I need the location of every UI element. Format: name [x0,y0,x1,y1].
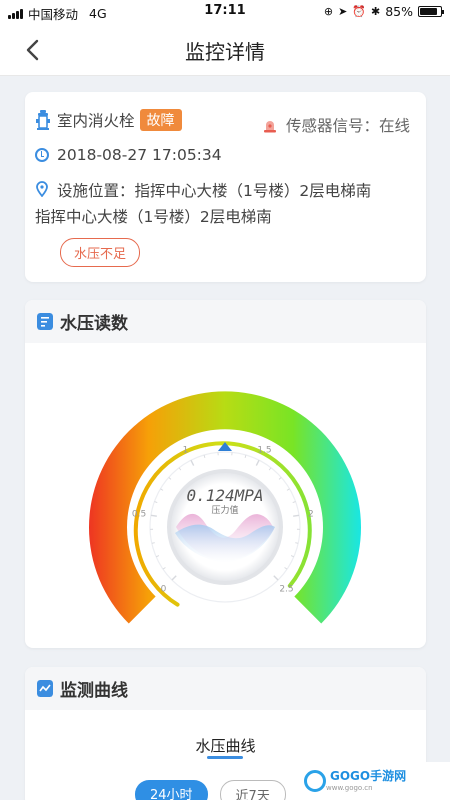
gauge-tick [244,454,247,458]
line-chart-icon [37,680,53,697]
gauge-tick [203,454,206,458]
alarm-light-icon [263,121,276,133]
gauge-tick [293,514,300,517]
scale-label-1-5: 1.5 [257,446,271,456]
tab-7-days[interactable]: 近7天 [219,780,286,800]
gauge-tick [295,542,299,544]
clock-icon [35,148,49,162]
scale-label-0-5: 0.5 [132,509,146,519]
tab-24-hours[interactable]: 24小时 [135,780,208,800]
gauge-tick [168,477,172,480]
bluetooth-icon: ✱ [370,5,381,18]
rotation-lock-icon: ⊕ [323,5,334,18]
pressure-card: 水压读数 0 0.5 1 1.5 2 2.5 0.124MPA 压力值 [25,300,426,648]
scale-label-2-5: 2.5 [279,585,293,595]
gauge-tick [292,501,296,504]
watermark-logo: GOGO手游网 www.gogo.cn [296,762,450,800]
gauge-tick [278,477,282,480]
sensor-signal-text: 传感器信号：在线 [285,117,410,135]
status-right: ⊕ ➤ ⏰ ✱ 85% [323,4,444,19]
scale-label-2: 2 [308,509,314,519]
fire-hydrant-icon [36,110,50,130]
gauge-tick [155,555,160,558]
gauge-tick [190,459,195,466]
alarm-icon: ⏰ [352,5,366,18]
gauge-tick [154,501,158,504]
watermark-title: GOGO手游网 [330,769,407,784]
curve-card-header: 监测曲线 [25,667,426,710]
alarm-tag: 水压不足 [60,238,141,267]
location-row: 设施位置：指挥中心大楼（1号楼）2层电梯南 指挥中心大楼（1号楼）2层电梯南 [35,178,371,230]
subtitle-underline [207,756,243,759]
scale-label-1: 1 [183,446,189,456]
sensor-signal: 传感器信号：在线 [262,114,410,136]
battery-icon [418,6,444,17]
location-line-2: 指挥中心大楼（1号楼）2层电梯南 [35,208,272,226]
location-text: 设施位置：指挥中心大楼（1号楼）2层电梯南 指挥中心大楼（1号楼）2层电梯南 [35,178,371,230]
watermark-text: GOGO手游网 www.gogo.cn [326,769,407,792]
gauge-tick [150,514,157,517]
document-icon [37,313,53,330]
battery-percent: 85% [385,4,413,19]
curve-subtitle: 水压曲线 [195,737,256,755]
pressure-card-header: 水压读数 [25,300,426,343]
gauge-tick [162,567,166,570]
timestamp-row: 2018-08-27 17:05:34 [35,146,222,164]
gauge-tick [286,488,290,491]
pressure-label: 压力值 [211,504,238,516]
pressure-section-title: 水压读数 [60,314,128,334]
pressure-value: 0.124MPA [186,486,263,505]
page-title: 监控详情 [185,40,265,64]
gauge-tick [273,575,279,581]
watermark-sub: www.gogo.cn [326,783,373,792]
timestamp-text: 2018-08-27 17:05:34 [57,146,222,164]
curve-section-title: 监测曲线 [60,681,128,701]
device-info-card: 室内消火栓 故障 传感器信号：在线 2018-08-27 17:05:34 设施… [25,92,426,282]
location-arrow-icon: ➤ [338,5,348,18]
gauge-tick [151,542,155,544]
gauge-tick [171,575,177,581]
nav-bar: 监控详情 [0,24,450,76]
gauge-tick [290,555,295,558]
pressure-gauge: 0 0.5 1 1.5 2 2.5 0.124MPA 压力值 [89,391,361,624]
gauge-tick [284,567,288,570]
scale-label-0: 0 [161,585,167,595]
gauge-tick [160,488,164,491]
watermark-logo-icon [304,770,326,792]
range-tabs: 24小时 近7天 [135,780,286,800]
gauge-tick [268,467,272,471]
gauge-tick [178,467,182,471]
status-bar: 中国移动 4G 17:11 ⊕ ➤ ⏰ ✱ 85% [0,0,450,24]
gauge-tick [255,459,260,466]
location-line-1: 设施位置：指挥中心大楼（1号楼）2层电梯南 [57,182,372,200]
status-badge: 故障 [139,109,182,131]
device-name: 室内消火栓 [57,112,135,130]
